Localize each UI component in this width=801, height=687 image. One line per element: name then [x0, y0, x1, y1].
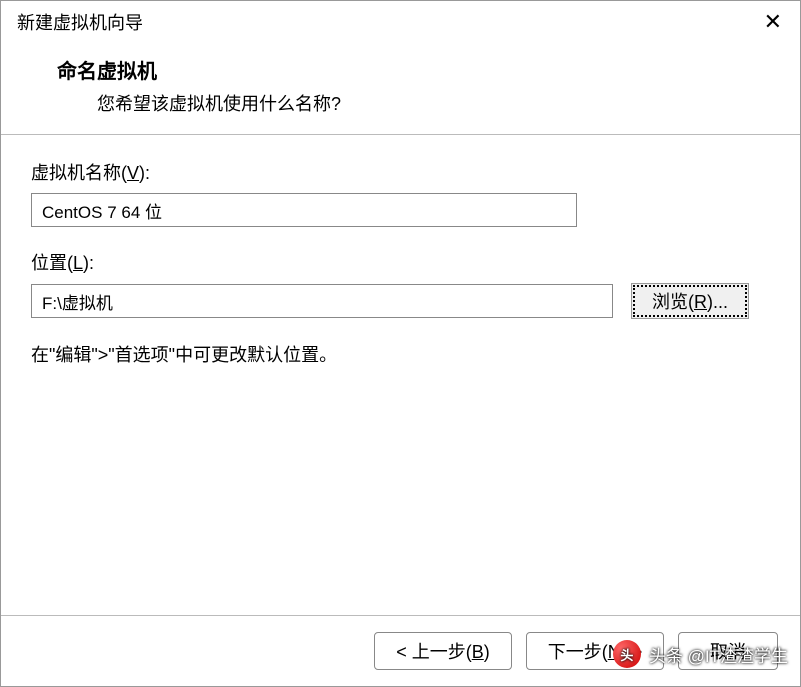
- vm-name-label: 虚拟机名称(V):: [31, 159, 770, 185]
- location-label: 位置(L):: [31, 249, 770, 275]
- location-group: 位置(L): 浏览(R)...: [31, 249, 770, 319]
- page-title: 命名虚拟机: [57, 55, 760, 84]
- hint-text: 在"编辑">"首选项"中可更改默认位置。: [31, 341, 770, 367]
- wizard-content: 虚拟机名称(V): 位置(L): 浏览(R)... 在"编辑">"首选项"中可更…: [1, 135, 800, 615]
- window-title: 新建虚拟机向导: [17, 9, 143, 35]
- location-input[interactable]: [31, 284, 613, 318]
- browse-button[interactable]: 浏览(R)...: [631, 283, 749, 319]
- next-button[interactable]: 下一步(N) >: [526, 632, 664, 670]
- wizard-header: 命名虚拟机 您希望该虚拟机使用什么名称?: [1, 41, 800, 135]
- vm-name-group: 虚拟机名称(V):: [31, 159, 770, 227]
- wizard-footer: < 上一步(B) 下一步(N) > 取消: [1, 615, 800, 686]
- back-button[interactable]: < 上一步(B): [374, 632, 512, 670]
- cancel-button[interactable]: 取消: [678, 632, 778, 670]
- page-subtitle: 您希望该虚拟机使用什么名称?: [57, 90, 760, 116]
- vm-name-input[interactable]: [31, 193, 577, 227]
- location-row: 浏览(R)...: [31, 283, 770, 319]
- titlebar: 新建虚拟机向导 ✕: [1, 1, 800, 41]
- wizard-window: 新建虚拟机向导 ✕ 命名虚拟机 您希望该虚拟机使用什么名称? 虚拟机名称(V):…: [0, 0, 801, 687]
- close-icon[interactable]: ✕: [758, 11, 788, 33]
